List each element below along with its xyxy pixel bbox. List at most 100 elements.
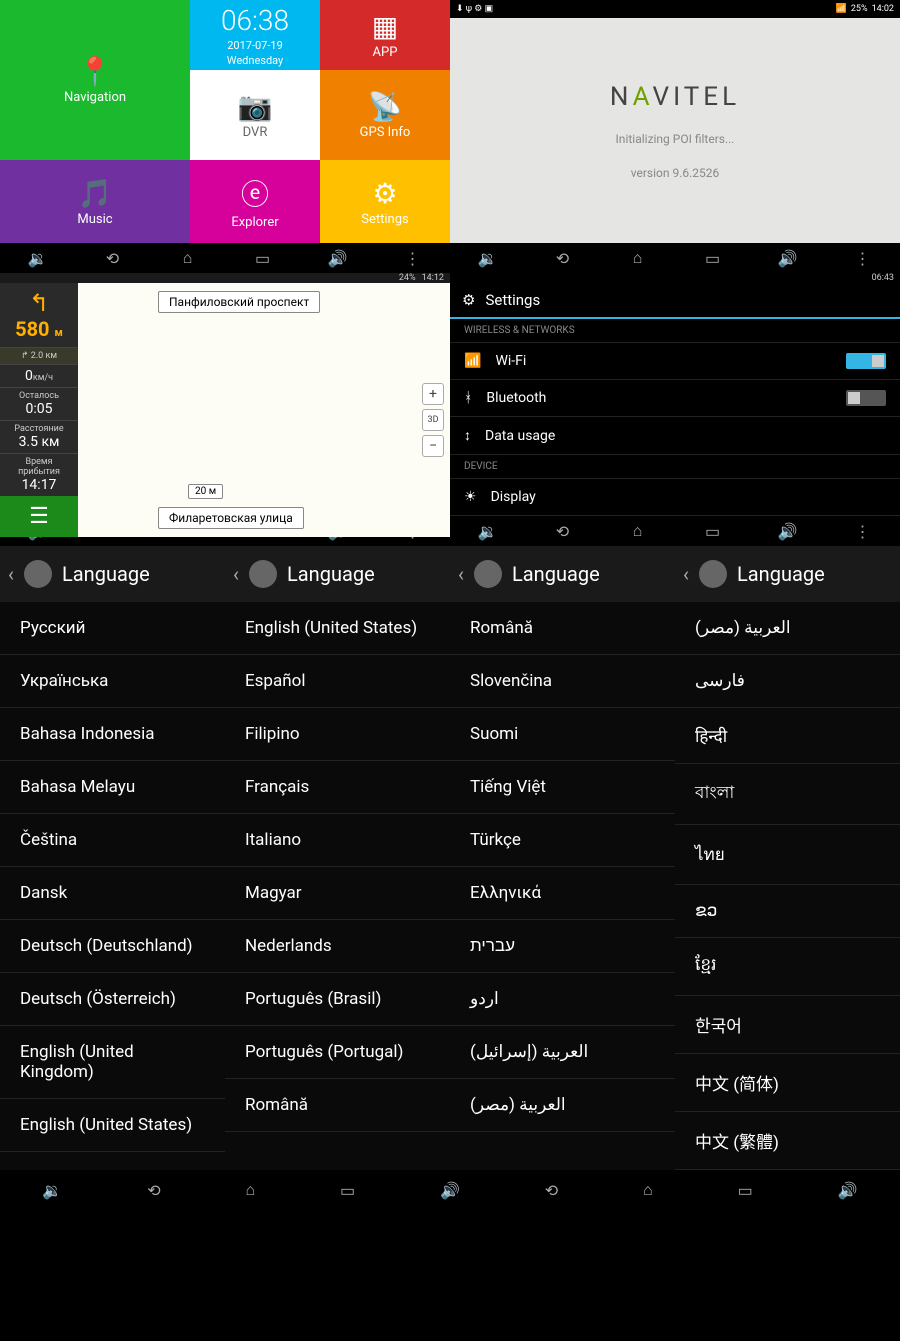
gear-icon [474,560,502,588]
menu-icon[interactable]: ⋮ [851,519,875,543]
language-header[interactable]: ‹ Language [450,546,675,602]
back-icon[interactable]: ⟲ [147,1181,160,1200]
language-item[interactable]: فارسی [675,655,900,708]
language-item[interactable]: Ελληνικά [450,867,675,920]
recent-icon[interactable]: ▭ [251,246,275,270]
language-item[interactable]: ຂວ [675,885,900,938]
menu-icon[interactable]: ⋮ [851,246,875,270]
volume-up-icon[interactable]: 🔊 [776,246,800,270]
menu-button[interactable]: ☰ [0,496,78,537]
volume-down-icon[interactable]: 🔉 [476,519,500,543]
tile-gps[interactable]: 📡 GPS Info [320,70,450,160]
volume-up-icon[interactable]: 🔊 [838,1181,858,1200]
recent-icon[interactable]: ▭ [340,1181,355,1200]
back-icon[interactable]: ‹ [683,562,689,586]
language-item[interactable]: Italiano [225,814,450,867]
volume-down-icon[interactable]: 🔉 [42,1181,62,1200]
language-item[interactable]: Türkçe [450,814,675,867]
language-item[interactable]: Română [450,602,675,655]
display-icon: ☀ [464,489,477,505]
language-item[interactable]: 한국어 [675,996,900,1054]
language-header[interactable]: ‹ Language [225,546,450,602]
language-item[interactable]: Nederlands [225,920,450,973]
back-icon[interactable]: ⟲ [545,1181,558,1200]
home-icon[interactable]: ⌂ [245,1180,255,1200]
language-item[interactable]: English (United Kingdom) [0,1026,225,1099]
language-item[interactable]: اردو [450,973,675,1026]
row-label: Wi-Fi [495,353,526,369]
language-item[interactable]: עברית [450,920,675,973]
settings-row-wifi[interactable]: 📶 Wi-Fi [450,343,900,380]
back-icon[interactable]: ⟲ [551,519,575,543]
language-item[interactable]: Suomi [450,708,675,761]
language-item[interactable]: Tiếng Việt [450,761,675,814]
wifi-toggle[interactable] [846,353,886,369]
recent-icon[interactable]: ▭ [738,1181,753,1200]
settings-row-display[interactable]: ☀ Display [450,479,900,516]
volume-down-icon[interactable]: 🔉 [26,246,50,270]
back-icon[interactable]: ‹ [8,562,14,586]
back-icon[interactable]: ‹ [458,562,464,586]
recent-icon[interactable]: ▭ [701,519,725,543]
back-icon[interactable]: ‹ [233,562,239,586]
volume-up-icon[interactable]: 🔊 [440,1181,460,1200]
zoom-in-button[interactable]: + [422,383,444,405]
language-item[interactable]: Čeština [0,814,225,867]
home-icon[interactable]: ⌂ [176,246,200,270]
home-icon[interactable]: ⌂ [643,1180,653,1200]
zoom-out-button[interactable]: − [422,435,444,457]
language-item[interactable]: Magyar [225,867,450,920]
tile-explorer[interactable]: ⓔ Explorer [190,160,320,243]
language-item[interactable]: English (United States) [0,1099,225,1152]
language-item[interactable]: Bahasa Melayu [0,761,225,814]
language-item[interactable]: Español [225,655,450,708]
home-icon[interactable]: ⌂ [626,246,650,270]
language-item[interactable]: Português (Portugal) [225,1026,450,1079]
language-item[interactable]: Deutsch (Deutschland) [0,920,225,973]
language-item[interactable]: Deutsch (Österreich) [0,973,225,1026]
volume-up-icon[interactable]: 🔊 [326,246,350,270]
turn-indicator[interactable]: ↰ 580 м [0,283,78,347]
language-item[interactable]: ไทย [675,825,900,885]
recent-icon[interactable]: ▭ [701,246,725,270]
language-item[interactable]: العربية (مصر) [675,602,900,655]
language-item[interactable]: 中文 (繁體) [675,1112,900,1170]
tile-navigation[interactable]: 📍 Navigation [0,0,190,160]
language-item[interactable]: English (United States) [225,602,450,655]
volume-down-icon[interactable]: 🔉 [476,246,500,270]
back-icon[interactable]: ⟲ [101,246,125,270]
home-icon[interactable]: ⌂ [626,519,650,543]
language-item[interactable]: Русский [0,602,225,655]
settings-row-data[interactable]: ↕ Data usage [450,417,900,455]
language-item[interactable]: Slovenčina [450,655,675,708]
tile-clock[interactable]: 06:38 2017-07-19 Wednesday [190,0,320,70]
language-item[interactable]: Filipino [225,708,450,761]
settings-row-bluetooth[interactable]: ᚼ Bluetooth [450,380,900,417]
volume-up-icon[interactable]: 🔊 [776,519,800,543]
language-item[interactable]: العربية (مصر) [450,1079,675,1132]
language-item[interactable]: Українська [0,655,225,708]
language-item[interactable]: বাংলা [675,764,900,825]
gear-icon: ⚙ [372,177,397,210]
language-item[interactable]: ខ្មែរ [675,938,900,996]
language-item[interactable]: العربية (إسرائيل) [450,1026,675,1079]
tile-settings[interactable]: ⚙ Settings [320,160,450,243]
language-item[interactable]: 中文 (简体) [675,1054,900,1112]
language-item[interactable]: हिन्दी [675,708,900,764]
3d-toggle-button[interactable]: 3D [422,409,444,431]
tile-music[interactable]: 🎵 Music [0,160,190,243]
language-item[interactable]: Português (Brasil) [225,973,450,1026]
tile-dvr[interactable]: 📷 DVR [190,70,320,160]
tile-apps[interactable]: ▦ APP [320,0,450,70]
language-item[interactable]: Dansk [0,867,225,920]
status-bar: 06:43 [450,273,900,283]
language-header[interactable]: ‹ Language [675,546,900,602]
map-canvas[interactable]: Панфиловский проспект Филаретовская улиц… [78,283,450,537]
bluetooth-toggle[interactable] [846,390,886,406]
back-icon[interactable]: ⟲ [551,246,575,270]
language-header[interactable]: ‹ Language [0,546,225,602]
language-item[interactable]: Română [225,1079,450,1132]
language-item[interactable]: Français [225,761,450,814]
language-item[interactable]: Bahasa Indonesia [0,708,225,761]
menu-icon[interactable]: ⋮ [401,246,425,270]
